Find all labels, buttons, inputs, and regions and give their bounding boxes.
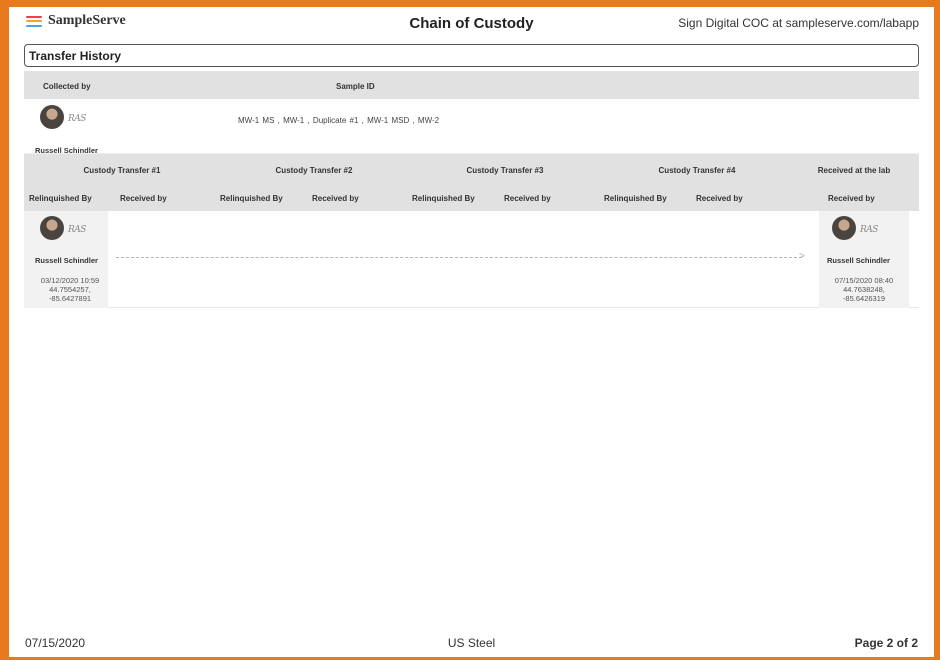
relinquished-by-header-4: Relinquished By (604, 194, 667, 203)
sign-coc-link[interactable]: Sign Digital COC at sampleserve.com/laba… (678, 16, 919, 30)
received-by-header-4: Received by (696, 194, 743, 203)
sample-id-header: Sample ID (336, 82, 375, 91)
relinquished-by-header-1: Relinquished By (29, 194, 92, 203)
transfer-1-header: Custody Transfer #1 (83, 166, 161, 175)
transfer-path-line (116, 257, 802, 258)
transfer-4-header: Custody Transfer #4 (658, 166, 736, 175)
section-title: Transfer History (24, 44, 919, 67)
received-by-header-1: Received by (120, 194, 167, 203)
transfer-3-header: Custody Transfer #3 (466, 166, 544, 175)
collector-signature: RAS (68, 114, 86, 124)
page-number: Page 2 of 2 (854, 636, 918, 650)
coc-page: SampleServe Chain of Custody Sign Digita… (9, 7, 934, 657)
sample-id-list: MW-1 MS , MW-1 , Duplicate #1 , MW-1 MSD… (238, 116, 440, 125)
relinquished-timestamp: 03/12/2020 10:59 44.7554257, -85.6427891 (40, 276, 100, 303)
lab-receiver-signature: RAS (860, 225, 878, 235)
relinquisher-avatar (40, 216, 64, 240)
lab-receiver-avatar (832, 216, 856, 240)
received-lab-header: Received at the lab (817, 166, 891, 175)
collected-row (24, 99, 919, 154)
received-by-header-2: Received by (312, 194, 359, 203)
relinquisher-name: Russell Schindler (35, 256, 98, 265)
lab-received-timestamp: 07/15/2020 08:40 44.7638248, -85.6426319 (834, 276, 894, 303)
received-by-header-lab: Received by (828, 194, 875, 203)
transfer-2-header: Custody Transfer #2 (275, 166, 353, 175)
collected-by-header: Collected by (43, 82, 91, 91)
transfer-row (24, 211, 919, 308)
arrow-right-icon: > (799, 251, 805, 262)
relinquished-by-header-2: Relinquished By (220, 194, 283, 203)
relinquisher-signature: RAS (68, 225, 86, 235)
relinquished-by-header-3: Relinquished By (412, 194, 475, 203)
footer-client: US Steel (447, 636, 496, 650)
collector-avatar (40, 105, 64, 129)
received-by-header-3: Received by (504, 194, 551, 203)
lab-receiver-name: Russell Schindler (827, 256, 890, 265)
collected-header-band (24, 71, 919, 99)
